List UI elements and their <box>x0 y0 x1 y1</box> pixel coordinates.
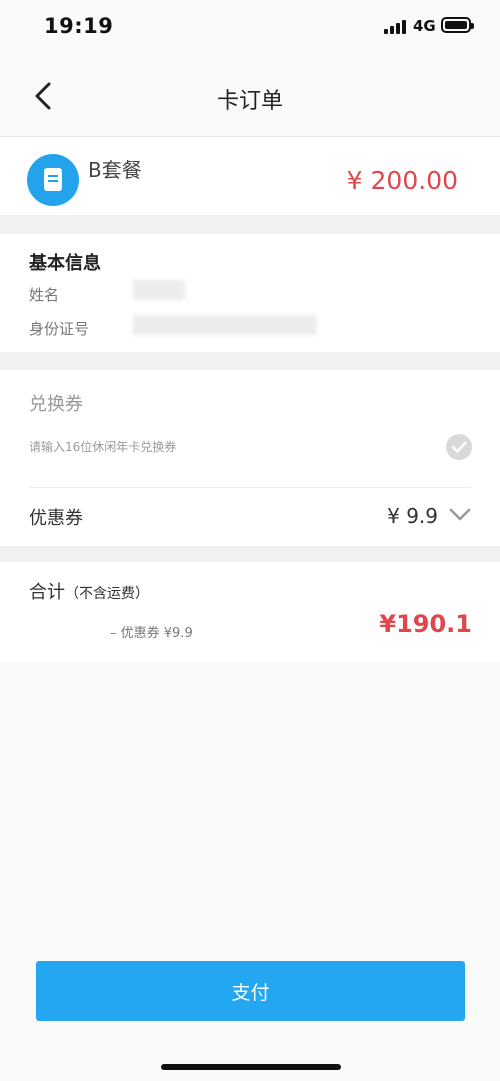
coupon-value: ¥ 9.9 <box>387 504 438 528</box>
discount-detail: – 优惠券 ¥9.9 <box>110 626 193 641</box>
total-label-text: 合计 <box>29 582 65 603</box>
product-name: B套餐 <box>88 158 142 182</box>
total-card: 合计（不含运费） – 优惠券 ¥9.9 ¥190.1 <box>0 562 500 662</box>
document-icon <box>27 154 79 206</box>
product-price: ¥ 200.00 <box>346 166 458 195</box>
name-label: 姓名 <box>29 286 60 304</box>
section-divider <box>0 352 500 370</box>
total-note: （不含运费） <box>65 586 149 602</box>
voucher-title: 兑换券 <box>29 394 83 415</box>
checkmark-icon <box>451 441 467 453</box>
total-label: 合计（不含运费） <box>29 578 149 604</box>
section-divider <box>0 546 500 562</box>
total-amount: ¥190.1 <box>379 610 472 638</box>
pay-button[interactable]: 支付 <box>36 961 465 1021</box>
coupon-label: 优惠券 <box>29 508 83 529</box>
network-label: 4G <box>413 17 436 35</box>
battery-icon <box>441 17 474 33</box>
chevron-down-icon <box>449 508 471 521</box>
coupon-selector[interactable]: 优惠券 ¥ 9.9 <box>0 488 500 546</box>
voucher-input[interactable] <box>29 440 409 454</box>
product-card: B套餐 ¥ 200.00 <box>0 137 500 215</box>
signal-icon <box>384 20 408 34</box>
status-time: 19:19 <box>44 14 114 38</box>
status-bar: 19:19 4G <box>0 0 500 56</box>
nav-bar: 卡订单 <box>0 56 500 137</box>
id-number-label: 身份证号 <box>29 320 90 338</box>
voucher-card: 兑换券 优惠券 ¥ 9.9 <box>0 370 500 546</box>
page-title: 卡订单 <box>216 89 283 114</box>
basic-info-title: 基本信息 <box>29 253 101 274</box>
home-indicator <box>161 1064 341 1070</box>
section-divider <box>0 215 500 234</box>
name-value-redacted <box>133 280 185 300</box>
id-number-value-redacted <box>133 315 317 335</box>
voucher-check-button[interactable] <box>446 434 472 460</box>
basic-info-card: 基本信息 姓名 身份证号 <box>0 234 500 352</box>
